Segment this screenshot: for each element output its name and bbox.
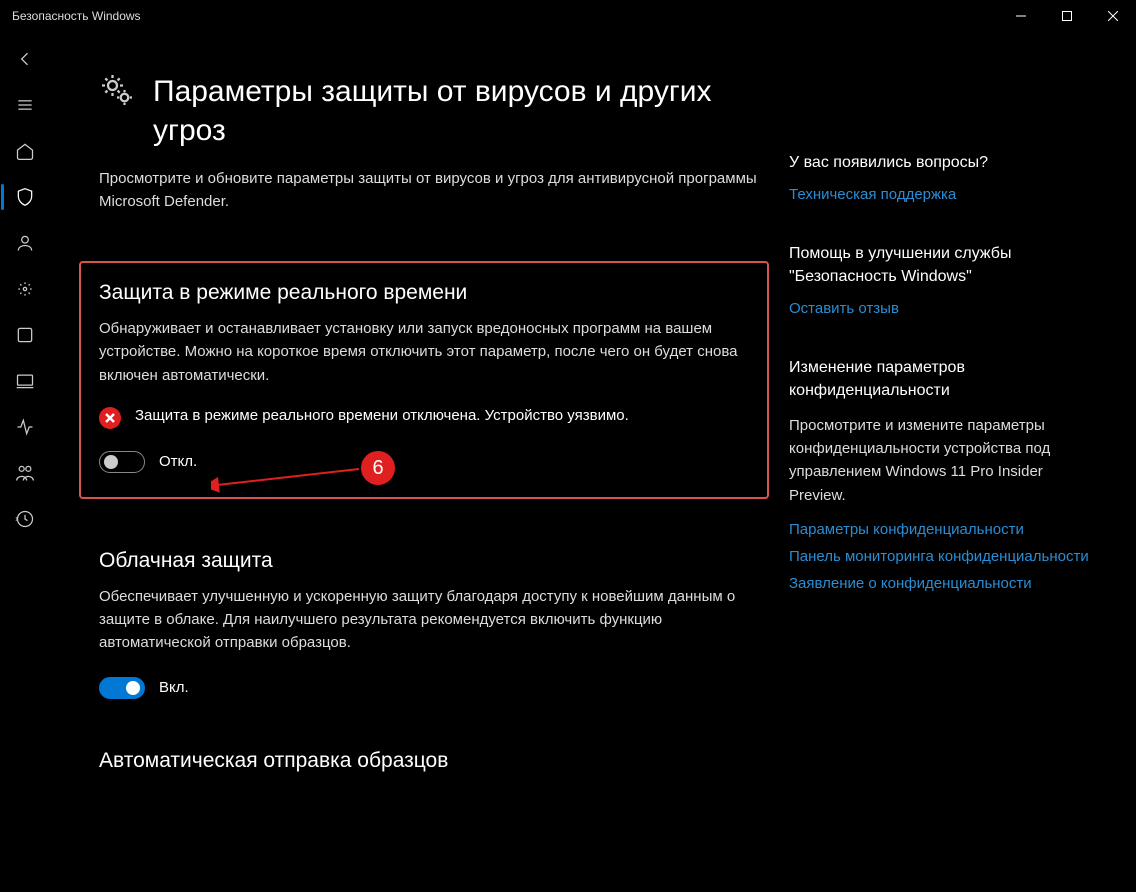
error-icon bbox=[99, 407, 121, 429]
sidebar-item-device[interactable] bbox=[1, 358, 49, 404]
titlebar: Безопасность Windows bbox=[0, 0, 1136, 32]
privacy-description: Просмотрите и измените параметры конфиде… bbox=[789, 414, 1089, 507]
minimize-button[interactable] bbox=[998, 0, 1044, 32]
menu-button[interactable] bbox=[1, 82, 49, 128]
page-title: Параметры защиты от вирусов и других угр… bbox=[153, 72, 759, 150]
cloud-heading: Облачная защита bbox=[99, 549, 759, 573]
cloud-toggle[interactable] bbox=[99, 677, 145, 699]
feedback-link[interactable]: Оставить отзыв bbox=[789, 300, 1089, 317]
sidebar-item-appcontrol[interactable] bbox=[1, 312, 49, 358]
cloud-description: Обеспечивает улучшенную и ускоренную защ… bbox=[99, 585, 759, 655]
sidebar-item-home[interactable] bbox=[1, 128, 49, 174]
autosample-section: Автоматическая отправка образцов bbox=[99, 749, 759, 773]
sidebar-item-family[interactable] bbox=[1, 450, 49, 496]
content-area: Параметры защиты от вирусов и других угр… bbox=[99, 72, 759, 892]
page-description: Просмотрите и обновите параметры защиты … bbox=[99, 168, 759, 213]
sidebar-item-account[interactable] bbox=[1, 220, 49, 266]
realtime-toggle[interactable] bbox=[99, 451, 145, 473]
feedback-heading: Помощь в улучшении службы "Безопасность … bbox=[789, 243, 1089, 288]
realtime-description: Обнаруживает и останавливает установку и… bbox=[99, 317, 749, 387]
window-title: Безопасность Windows bbox=[12, 9, 141, 23]
privacy-link-settings[interactable]: Параметры конфиденциальности bbox=[789, 521, 1089, 538]
support-link[interactable]: Техническая поддержка bbox=[789, 186, 1089, 203]
back-button[interactable] bbox=[1, 36, 49, 82]
realtime-toggle-label: Откл. bbox=[159, 453, 197, 470]
privacy-link-statement[interactable]: Заявление о конфиденциальности bbox=[789, 575, 1089, 592]
realtime-protection-section: Защита в режиме реального времени Обнару… bbox=[79, 261, 769, 499]
privacy-link-dashboard[interactable]: Панель мониторинга конфиденциальности bbox=[789, 548, 1089, 565]
settings-gears-icon bbox=[99, 72, 135, 112]
autosample-heading: Автоматическая отправка образцов bbox=[99, 749, 759, 773]
maximize-button[interactable] bbox=[1044, 0, 1090, 32]
realtime-heading: Защита в режиме реального времени bbox=[99, 281, 749, 305]
sidebar bbox=[0, 32, 49, 892]
sidebar-item-firewall[interactable] bbox=[1, 266, 49, 312]
sidebar-item-performance[interactable] bbox=[1, 404, 49, 450]
realtime-warning: Защита в режиме реального времени отключ… bbox=[135, 405, 629, 428]
cloud-protection-section: Облачная защита Обеспечивает улучшенную … bbox=[99, 549, 759, 699]
close-button[interactable] bbox=[1090, 0, 1136, 32]
annotation-badge: 6 bbox=[361, 451, 395, 485]
aside-panel: У вас появились вопросы? Техническая под… bbox=[789, 72, 1089, 892]
cloud-toggle-label: Вкл. bbox=[159, 679, 189, 696]
sidebar-item-history[interactable] bbox=[1, 496, 49, 542]
sidebar-item-virus[interactable] bbox=[1, 174, 49, 220]
privacy-heading: Изменение параметров конфиденциальности bbox=[789, 357, 1089, 402]
questions-heading: У вас появились вопросы? bbox=[789, 152, 1089, 174]
